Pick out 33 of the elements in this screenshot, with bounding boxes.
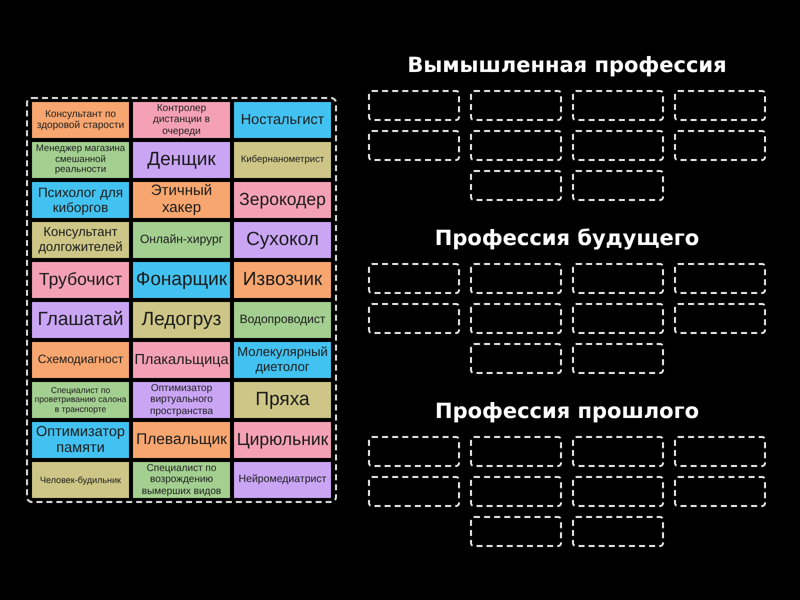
word-tile[interactable]: Ностальгист [234,102,331,138]
word-tile[interactable]: Глашатай [32,302,129,338]
word-tile[interactable]: Плевальщик [133,422,230,458]
word-tile[interactable]: Специалист по возрождению вымерших видов [133,462,230,498]
word-tile[interactable]: Контролер дистанции в очереди [133,102,230,138]
word-tile[interactable]: Ледогруз [133,302,230,338]
category-title: Вымышленная профессия [406,52,728,79]
word-tile[interactable]: Денщик [133,142,230,178]
word-tile[interactable]: Зерокодер [234,182,331,218]
word-tile[interactable]: Консультант долгожителей [32,222,129,258]
word-tile[interactable]: Водопроводист [234,302,331,338]
word-tile[interactable]: Кибернанометрист [234,142,331,178]
word-tile[interactable]: Сухокол [234,222,331,258]
word-tile[interactable]: Менеджер магазина смешанной реальности [32,142,129,178]
category-title: Профессия прошлого [434,398,700,425]
word-tile[interactable]: Извозчик [234,262,331,298]
word-tile[interactable]: Схемодиагност [32,342,129,378]
word-tile[interactable]: Нейромедиатрист [234,462,331,498]
word-tile[interactable]: Консультант по здоровой старости [32,102,129,138]
word-tile[interactable]: Фонарщик [133,262,230,298]
word-tile[interactable]: Этичный хакер [133,182,230,218]
word-tile[interactable]: Человек-будильник [32,462,129,498]
word-tile[interactable]: Оптимизатор памяти [32,422,129,458]
word-tile[interactable]: Молекулярный диетолог [234,342,331,378]
word-tile[interactable]: Оптимизатор виртуального пространства [133,382,230,418]
category-title: Профессия будущего [434,225,700,252]
word-tile[interactable]: Трубочист [32,262,129,298]
word-tile[interactable]: Психолог для киборгов [32,182,129,218]
word-tile[interactable]: Плакальщица [133,342,230,378]
word-tile[interactable]: Специалист по проветриванию салона в транспорте [32,382,129,418]
word-tile[interactable]: Пряха [234,382,331,418]
word-tile[interactable]: Онлайн-хирург [133,222,230,258]
word-tile[interactable]: Цирюльник [234,422,331,458]
